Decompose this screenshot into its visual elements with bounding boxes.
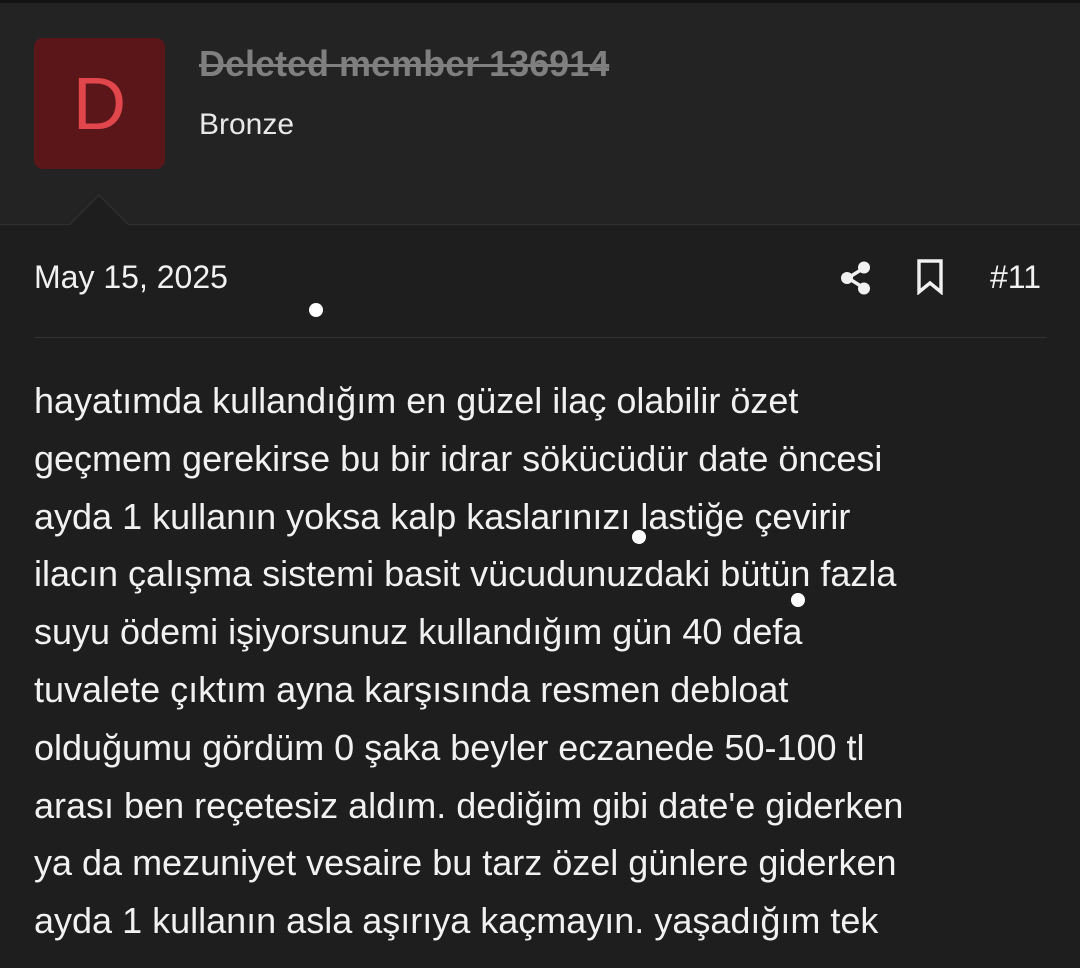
post-text-line: ilacın çalışma sistemi basit vücudunuzda…: [34, 553, 897, 595]
post-text-line: hayatımda kullandığım en güzel ilaç olab…: [34, 380, 799, 421]
post-text-line: suyu ödemi işiyorsunuz kullandığım gün 4…: [34, 611, 803, 653]
post-text-line: arası ben reçetesiz aldım. dediğim gibi …: [34, 784, 904, 826]
post-date[interactable]: May 15, 2025: [34, 259, 228, 296]
header-pointer-arrow-fill: [70, 196, 128, 225]
post-body: hayatımda kullandığım en güzel ilaç olab…: [34, 372, 1054, 950]
post-text-line: ayda 1 kullanın asla aşırıya kaçmayın. y…: [34, 900, 879, 942]
post-text-line: tuvalete çıktım ayna karşısında resmen d…: [34, 668, 789, 710]
post-text-line: ayda 1 kullanın yoksa kalp kaslarınızı l…: [34, 495, 851, 537]
post-text-line: olduğumu gördüm 0 şaka beyler eczanede 5…: [34, 726, 865, 768]
bookmark-icon: [916, 258, 944, 300]
post-author-header: D Deleted member 136914 Bronze: [0, 3, 1080, 225]
avatar[interactable]: D: [34, 38, 165, 169]
avatar-letter: D: [72, 61, 127, 145]
post-text-line: geçmem gerekirse bu bir idrar sökücüdür …: [34, 437, 883, 479]
user-title: Bronze: [199, 108, 295, 141]
post-number-link[interactable]: #11: [990, 259, 1041, 296]
share-icon: [839, 260, 873, 301]
username[interactable]: Deleted member 136914: [199, 43, 609, 85]
bookmark-button[interactable]: [910, 258, 950, 300]
touch-indicator-dot: [632, 530, 646, 544]
share-button[interactable]: [836, 260, 876, 300]
post-text-line: ya da mezuniyet vesaire bu tarz özel gün…: [34, 842, 897, 884]
touch-indicator-dot: [309, 303, 323, 317]
touch-indicator-dot: [791, 593, 805, 607]
post-divider: [34, 337, 1047, 338]
